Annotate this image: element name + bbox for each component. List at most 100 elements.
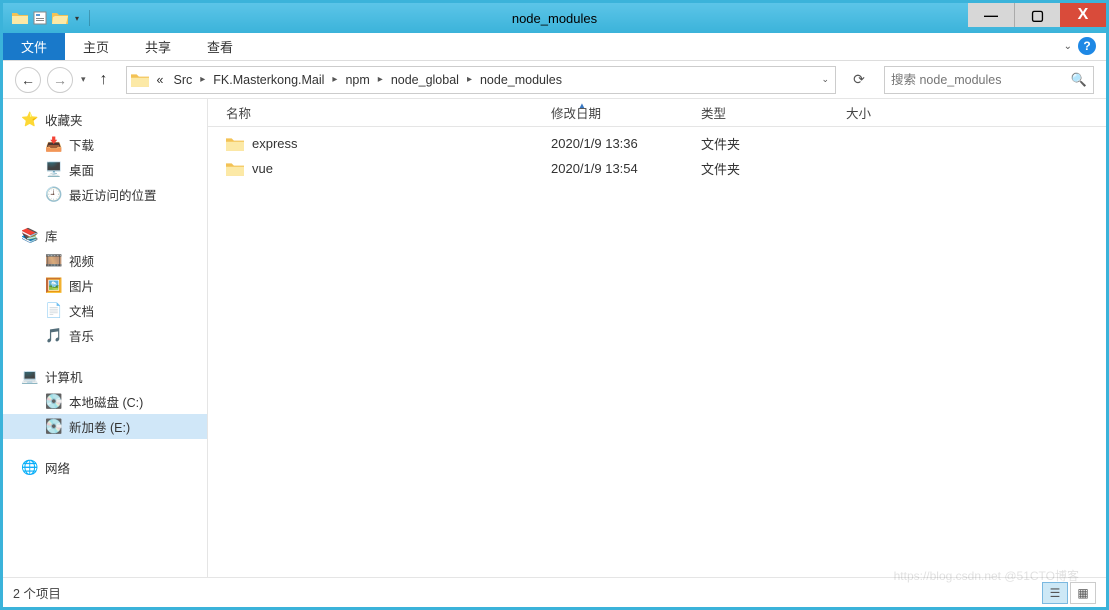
sidebar-item-music[interactable]: 🎵音乐: [3, 323, 207, 348]
tab-share[interactable]: 共享: [127, 33, 189, 60]
properties-icon[interactable]: [31, 9, 49, 27]
picture-icon: 🖼️: [45, 278, 63, 294]
sidebar-item-label: 新加卷 (E:): [69, 417, 130, 436]
sidebar-item-videos[interactable]: 🎞️ 视频: [3, 248, 207, 273]
search-input[interactable]: [891, 73, 1071, 87]
tab-home[interactable]: 主页: [65, 33, 127, 60]
network-icon: 🌐: [21, 460, 39, 476]
file-row[interactable]: vue 2020/1/9 13:54 文件夹: [208, 156, 1106, 181]
star-icon: ⭐: [21, 112, 39, 128]
breadcrumb-prefix[interactable]: «: [153, 73, 168, 87]
column-size[interactable]: 大小: [846, 103, 946, 122]
sidebar-label: 网络: [45, 458, 70, 477]
breadcrumb-item[interactable]: FK.Masterkong.Mail: [209, 73, 328, 87]
computer-icon: 💻: [21, 369, 39, 385]
help-icon[interactable]: ?: [1078, 37, 1096, 55]
sidebar-item-pictures[interactable]: 🖼️ 图片: [3, 273, 207, 298]
file-type: 文件夹: [701, 159, 846, 178]
sidebar-item-drive-e[interactable]: 💽 新加卷 (E:): [3, 414, 207, 439]
breadcrumb-item[interactable]: node_global: [387, 73, 463, 87]
open-folder-icon[interactable]: [51, 9, 69, 27]
sidebar-item-label: 图片: [69, 276, 94, 295]
sort-indicator-icon: ▲: [578, 101, 586, 110]
folder-icon: [226, 161, 244, 177]
column-type[interactable]: 类型: [701, 103, 846, 122]
column-name[interactable]: 名称: [226, 103, 551, 122]
sidebar-item-label: 下载: [69, 135, 94, 154]
music-icon: 🎵: [45, 328, 63, 344]
column-date[interactable]: 修改日期: [551, 103, 701, 122]
column-headers: 名称 ▲ 修改日期 类型 大小: [208, 99, 1106, 127]
search-box[interactable]: 🔍: [884, 66, 1094, 94]
document-icon: 📄: [45, 303, 63, 319]
sidebar-favorites[interactable]: ⭐ 收藏夹: [3, 107, 207, 132]
item-count: 2 个项目: [13, 583, 61, 602]
sidebar-item-label: 视频: [69, 251, 94, 270]
sidebar-item-label: 最近访问的位置: [69, 185, 157, 204]
download-icon: 📥: [45, 137, 63, 153]
file-rows: express 2020/1/9 13:36 文件夹 vue 2020/1/9 …: [208, 127, 1106, 577]
chevron-right-icon[interactable]: ▸: [376, 74, 385, 85]
video-icon: 🎞️: [45, 253, 63, 269]
folder-icon[interactable]: [11, 9, 29, 27]
recent-icon: 🕘: [45, 187, 63, 203]
sidebar-item-drive-c[interactable]: 💽 本地磁盘 (C:): [3, 389, 207, 414]
folder-icon: [226, 136, 244, 152]
sidebar-item-recent[interactable]: 🕘 最近访问的位置: [3, 182, 207, 207]
maximize-button[interactable]: ▢: [1014, 3, 1060, 27]
close-button[interactable]: X: [1060, 3, 1106, 27]
ribbon-tabs: 文件 主页 共享 查看 ⌄ ?: [3, 33, 1106, 61]
view-switcher: ☰ ▦: [1042, 582, 1096, 604]
icons-view-button[interactable]: ▦: [1070, 582, 1096, 604]
desktop-icon: 🖥️: [45, 162, 63, 178]
history-dropdown[interactable]: ▾: [79, 74, 88, 85]
separator: [89, 10, 90, 26]
file-row[interactable]: express 2020/1/9 13:36 文件夹: [208, 131, 1106, 156]
chevron-right-icon[interactable]: ▸: [465, 74, 474, 85]
ribbon-minimize[interactable]: ⌄: [1064, 41, 1072, 52]
titlebar: ▾ node_modules — ▢ X: [3, 3, 1106, 33]
quick-access-toolbar: ▾: [3, 9, 94, 27]
sidebar-item-label: 桌面: [69, 160, 94, 179]
up-button[interactable]: ↑: [94, 71, 114, 89]
breadcrumb-item[interactable]: Src: [169, 73, 196, 87]
file-date: 2020/1/9 13:36: [551, 136, 701, 151]
refresh-button[interactable]: ⟳: [846, 67, 872, 93]
back-button[interactable]: ←: [15, 67, 41, 93]
chevron-right-icon[interactable]: ▸: [198, 74, 207, 85]
library-icon: 📚: [21, 228, 39, 244]
breadcrumb[interactable]: « Src ▸ FK.Masterkong.Mail ▸ npm ▸ node_…: [126, 66, 836, 94]
sidebar-item-documents[interactable]: 📄 文档: [3, 298, 207, 323]
tab-file[interactable]: 文件: [3, 33, 65, 60]
forward-button[interactable]: →: [47, 67, 73, 93]
file-date: 2020/1/9 13:54: [551, 161, 701, 176]
drive-icon: 💽: [45, 394, 63, 410]
sidebar-item-label: 文档: [69, 301, 94, 320]
content-area: ⭐收藏夹 📥下载 🖥️桌面 🕘最近访问的位置 📚库 🎞️视频 🖼️图片 📄文档 …: [3, 99, 1106, 577]
tab-view[interactable]: 查看: [189, 33, 251, 60]
sidebar-label: 收藏夹: [45, 110, 83, 129]
file-list: 名称 ▲ 修改日期 类型 大小 express 2020/1/9 13:36 文…: [208, 99, 1106, 577]
sidebar-computer[interactable]: 💻 计算机: [3, 364, 207, 389]
qat-dropdown[interactable]: ▾: [71, 14, 83, 23]
search-icon[interactable]: 🔍: [1071, 72, 1087, 88]
sidebar-item-label: 本地磁盘 (C:): [69, 392, 143, 411]
sidebar-item-downloads[interactable]: 📥 下载: [3, 132, 207, 157]
sidebar-item-desktop[interactable]: 🖥️ 桌面: [3, 157, 207, 182]
breadcrumb-item[interactable]: npm: [341, 73, 373, 87]
minimize-button[interactable]: —: [968, 3, 1014, 27]
sidebar-label: 计算机: [45, 367, 83, 386]
sidebar-libraries[interactable]: 📚库: [3, 223, 207, 248]
sidebar-network[interactable]: 🌐 网络: [3, 455, 207, 480]
file-name: express: [252, 136, 298, 151]
navigation-pane: ⭐收藏夹 📥下载 🖥️桌面 🕘最近访问的位置 📚库 🎞️视频 🖼️图片 📄文档 …: [3, 99, 208, 577]
folder-icon: [131, 72, 149, 88]
chevron-right-icon[interactable]: ▸: [330, 74, 339, 85]
status-bar: 2 个项目 ☰ ▦: [3, 577, 1106, 607]
details-view-button[interactable]: ☰: [1042, 582, 1068, 604]
breadcrumb-dropdown[interactable]: ⌄: [819, 74, 831, 85]
drive-icon: 💽: [45, 419, 63, 435]
window-controls: — ▢ X: [968, 3, 1106, 27]
file-type: 文件夹: [701, 134, 846, 153]
breadcrumb-item[interactable]: node_modules: [476, 73, 566, 87]
